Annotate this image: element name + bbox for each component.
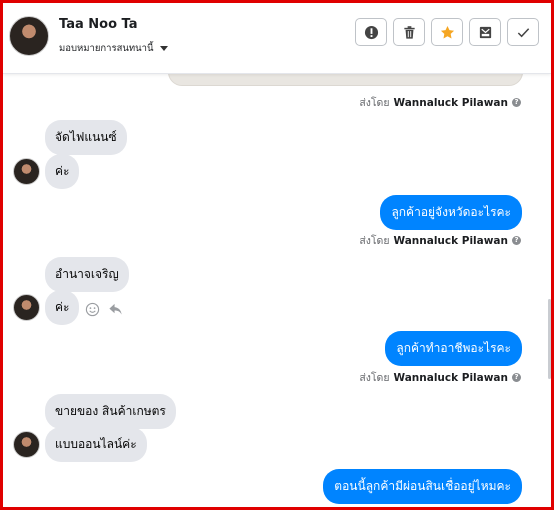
assign-conversation-dropdown[interactable]: มอบหมายการสนทนานี้ xyxy=(59,41,168,56)
message-bubble[interactable]: จัดไฟแนนซ์ xyxy=(45,120,127,155)
scrollbar[interactable] xyxy=(548,299,551,379)
mark-spam-button[interactable] xyxy=(355,18,387,46)
conversation-header: Taa Noo Ta มอบหมายการสนทนานี้ xyxy=(3,3,551,74)
customer-avatar[interactable] xyxy=(13,294,40,321)
mark-done-button[interactable] xyxy=(507,18,539,46)
delete-button[interactable] xyxy=(393,18,425,46)
message-thread[interactable]: ส่งโดย Wannaluck Pilawan ? จัดไฟแนนซ์ ค่… xyxy=(3,74,551,507)
message-bubble[interactable]: ขายของ สินค้าเกษตร xyxy=(45,394,176,429)
header-actions xyxy=(355,18,539,46)
archive-mail-icon xyxy=(479,26,491,38)
trash-icon xyxy=(403,25,415,39)
star-button[interactable] xyxy=(431,18,463,46)
sent-by-label: ส่งโดย Wannaluck Pilawan ? xyxy=(359,369,521,386)
help-icon[interactable]: ? xyxy=(512,236,521,245)
message-bubble[interactable]: ลูกค้าอยู่จังหวัดอะไรคะ xyxy=(380,195,522,230)
reply-icon[interactable] xyxy=(108,302,123,317)
assign-label: มอบหมายการสนทนานี้ xyxy=(59,43,154,54)
agent-name: Wannaluck Pilawan xyxy=(393,96,508,109)
sent-by-label: ส่งโดย Wannaluck Pilawan ? xyxy=(359,232,521,249)
contact-name[interactable]: Taa Noo Ta xyxy=(59,17,138,32)
agent-name: Wannaluck Pilawan xyxy=(393,371,508,384)
customer-avatar[interactable] xyxy=(13,431,40,458)
message-actions xyxy=(85,302,123,317)
message-bubble[interactable]: ลูกค้าทำอาชีพอะไรคะ xyxy=(385,331,522,366)
message-bubble[interactable]: อำนาจเจริญ xyxy=(45,257,129,292)
sent-by-label: ส่งโดย Wannaluck Pilawan ? xyxy=(359,94,521,111)
agent-name: Wannaluck Pilawan xyxy=(393,234,508,247)
check-icon xyxy=(517,27,529,37)
star-icon xyxy=(440,25,454,38)
contact-avatar[interactable] xyxy=(9,16,49,56)
react-smiley-icon[interactable] xyxy=(85,302,100,317)
help-icon[interactable]: ? xyxy=(512,98,521,107)
message-bubble[interactable]: แบบออนไลน์ค่ะ xyxy=(45,427,147,462)
move-to-done-button[interactable] xyxy=(469,18,501,46)
alert-icon xyxy=(364,25,378,39)
message-bubble[interactable]: ตอนนี้ลูกค้ามีผ่อนสินเชื่ออยู่ไหมคะ xyxy=(323,469,522,504)
customer-avatar[interactable] xyxy=(13,158,40,185)
image-attachment[interactable] xyxy=(168,74,523,86)
help-icon[interactable]: ? xyxy=(512,373,521,382)
message-bubble[interactable]: ค่ะ xyxy=(45,154,80,189)
chevron-down-icon xyxy=(159,46,168,51)
message-bubble[interactable]: ค่ะ xyxy=(45,290,80,325)
